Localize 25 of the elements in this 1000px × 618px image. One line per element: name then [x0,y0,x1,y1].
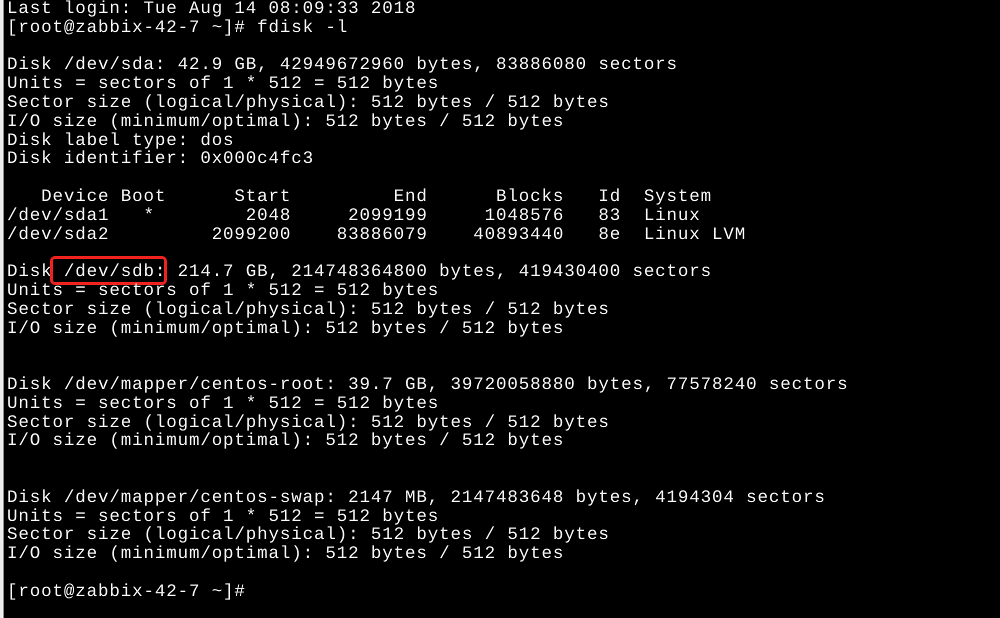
output-line: Disk /dev/mapper/centos-swap: 2147 MB, 2147483648 bytes, 4194304 sectors [7,488,826,508]
command-text: fdisk -l [257,18,348,38]
output-line: /dev/sda2 2099200 83886079 40893440 8e Linux LVM [7,226,746,244]
shell-prompt: [root@zabbix-42-7 ~]# [7,582,246,602]
output-line: I/O size (minimum/optimal): 512 bytes / 512 bytes [7,112,564,132]
output-line: Disk /dev/sda: 42.9 GB, 42949672960 bytes, 83886080 sectors [7,56,678,76]
output-line: I/O size (minimum/optimal): 512 bytes / 512 bytes [7,320,564,338]
output-line: Sector size (logical/physical): 512 bytes / 512 bytes [7,526,610,546]
output-line: Units = sectors of 1 * 512 = 512 bytes [7,282,440,301]
output-line: Sector size (logical/physical): 512 bytes / 512 bytes [7,300,610,320]
output-line: Last login: Tue Aug 14 08:09:33 2018 [7,0,416,19]
output-line: Disk label type: dos [7,132,234,150]
output-line: /dev/sda1 * 2048 2099199 1048576 83 Linux [7,206,701,226]
output-line: Sector size (logical/physical): 512 bytes / 512 bytes [7,414,610,432]
shell-prompt: [root@zabbix-42-7 ~]# [7,18,246,38]
output-line: Units = sectors of 1 * 512 = 512 bytes [7,508,440,526]
output-line: Disk /dev/mapper/centos-root: 39.7 GB, 39720058880 bytes, 77578240 sectors [7,376,849,395]
output-line: Units = sectors of 1 * 512 = 512 bytes [7,75,440,94]
output-line: Disk identifier: 0x000c4fc3 [7,150,314,170]
output-line: Device Boot Start End Blocks Id System [40,188,712,207]
output-line: Sector size (logical/physical): 512 bytes / 512 bytes [7,94,610,113]
output-line: I/O size (minimum/optimal): 512 bytes / 512 bytes [7,432,564,452]
output-line: Disk /dev/sdb: 214.7 GB, 214748364800 bytes, 419430400 sectors [7,263,712,282]
output-line: Units = sectors of 1 * 512 = 512 bytes [7,394,440,414]
output-line: I/O size (minimum/optimal): 512 bytes / 512 bytes [7,545,564,564]
